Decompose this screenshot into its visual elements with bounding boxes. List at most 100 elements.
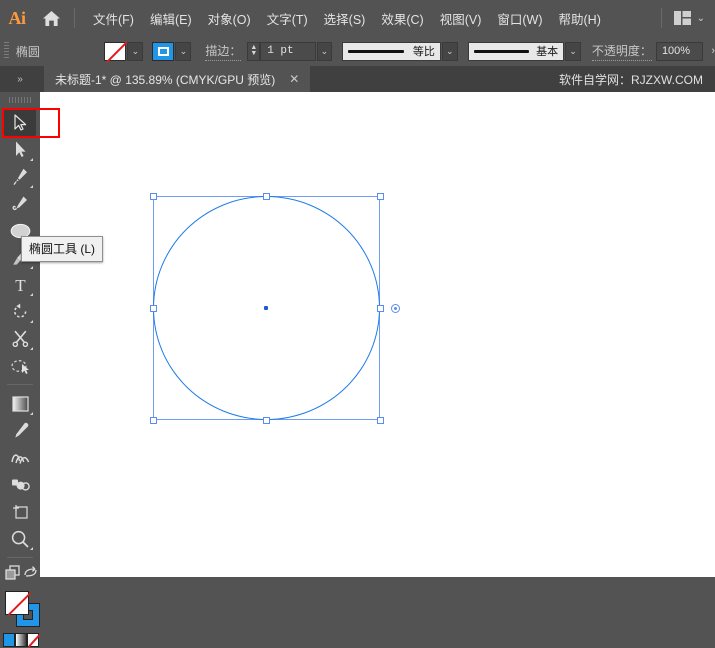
handle-top-left[interactable] — [149, 192, 157, 200]
tool-divider-2 — [7, 557, 33, 558]
gradient-button[interactable] — [15, 633, 27, 647]
menu-bar: Ai 文件(F) 编辑(E) 对象(O) 文字(T) 选择(S) 效果(C) 视… — [0, 0, 715, 36]
handle-bottom-center[interactable] — [263, 416, 270, 424]
sidebar-item-selection-tool[interactable] — [4, 109, 36, 136]
workspace-divider — [660, 8, 662, 28]
scissors-tool-icon — [12, 330, 28, 347]
blend-tool-icon — [10, 454, 29, 464]
menu-item-file[interactable]: 文件(F) — [85, 5, 142, 32]
brush-definition-chevron-down-icon[interactable]: ⌄ — [565, 41, 581, 61]
control-bar: 椭圆 ⌄ ⌄ 描边： ▲ ▼ 1 pt ⌄ 等比 ⌄ 基本 ⌄ 不透明度： 100… — [0, 36, 715, 67]
stroke-profile-select[interactable]: 等比 — [342, 41, 441, 61]
opacity-label[interactable]: 不透明度： — [591, 42, 652, 61]
panel-collapse-icon[interactable]: » — [0, 66, 40, 92]
sidebar-item-direct-selection-tool[interactable] — [4, 136, 36, 163]
handle-middle-right[interactable] — [376, 304, 384, 312]
home-icon[interactable] — [34, 0, 68, 36]
menu-item-window[interactable]: 窗口(W) — [489, 5, 550, 32]
stroke-weight-input[interactable]: 1 pt — [260, 41, 316, 61]
flyout-triangle-icon — [30, 158, 33, 161]
stroke-profile-preview-icon — [348, 49, 405, 53]
workspace-grid-icon — [673, 11, 691, 25]
tool-extras-row — [0, 563, 40, 585]
app-logo-icon: Ai — [8, 7, 27, 28]
sidebar-item-blend-tool[interactable] — [4, 444, 36, 471]
sidebar-item-pen-tool[interactable] — [4, 163, 36, 190]
artboard-tool-icon — [12, 505, 28, 519]
sidebar-item-curvature-tool[interactable] — [4, 190, 36, 217]
brush-definition-select[interactable]: 基本 — [467, 41, 565, 61]
type-tool-icon: T — [15, 276, 26, 293]
symbol-sprayer-tool-icon — [11, 479, 30, 491]
selected-object-label: 椭圆 — [15, 44, 40, 59]
stroke-profile-chevron-down-icon[interactable]: ⌄ — [441, 41, 458, 61]
sidebar-item-scissors-tool[interactable] — [4, 325, 36, 352]
control-bar-grip[interactable] — [4, 42, 9, 60]
sidebar-item-eyedropper-tool[interactable] — [4, 417, 36, 444]
sidebar-item-artboard-tool[interactable] — [4, 498, 36, 525]
fill-color-swatch[interactable] — [104, 41, 127, 61]
sidebar-item-shaper-tool[interactable] — [4, 352, 36, 379]
handle-bottom-right[interactable] — [376, 416, 384, 424]
menu-item-select[interactable]: 选择(S) — [316, 5, 374, 32]
menu-item-object[interactable]: 对象(O) — [200, 5, 259, 32]
flyout-triangle-icon — [30, 547, 33, 550]
brush-definition-label: 基本 — [536, 46, 559, 58]
handle-top-right[interactable] — [376, 192, 384, 200]
tool-panel: T — [0, 92, 40, 647]
stroke-profile-label: 等比 — [412, 46, 435, 58]
sidebar-item-type-tool[interactable]: T — [4, 271, 36, 298]
color-button[interactable] — [3, 633, 15, 647]
svg-text:T: T — [15, 276, 26, 293]
chevron-down-icon: ⌄ — [696, 12, 705, 24]
flyout-triangle-icon — [30, 347, 33, 350]
stroke-weight-label[interactable]: 描边： — [205, 42, 242, 61]
fill-stroke-control — [0, 589, 40, 633]
document-tab-title: 未标题-1* @ 135.89% (CMYK/GPU 预览) — [55, 72, 276, 87]
menu-item-view[interactable]: 视图(V) — [432, 5, 490, 32]
shaper-tool-icon — [10, 359, 29, 374]
workspace-switcher[interactable]: ⌄ — [655, 0, 705, 36]
edit-toolbar-icon[interactable] — [5, 565, 21, 581]
flyout-triangle-icon — [30, 412, 33, 415]
opacity-input[interactable]: 100% — [655, 41, 704, 61]
tool-panel-grip[interactable] — [9, 97, 31, 103]
none-button[interactable] — [27, 633, 39, 647]
handle-middle-left[interactable] — [149, 304, 157, 312]
brush-preview-icon — [473, 49, 529, 53]
opacity-more-arrow-icon[interactable]: › — [711, 45, 715, 57]
menu-item-help[interactable]: 帮助(H) — [551, 5, 609, 32]
shape-center-point — [264, 306, 268, 310]
stroke-weight-chevron-down-icon[interactable]: ⌄ — [316, 41, 333, 61]
live-shape-widget-icon[interactable] — [391, 303, 400, 313]
fill-dropdown-chevron-down-icon[interactable]: ⌄ — [127, 41, 144, 61]
document-tab-bar: » 未标题-1* @ 135.89% (CMYK/GPU 预览) ✕ 软件自学网… — [0, 66, 715, 92]
handle-bottom-left[interactable] — [149, 416, 157, 424]
sidebar-item-rotate-tool[interactable] — [4, 298, 36, 325]
swap-arrows-icon[interactable] — [24, 566, 37, 579]
stroke-dropdown-chevron-down-icon[interactable]: ⌄ — [175, 41, 192, 61]
selection-tool-icon — [13, 114, 26, 131]
document-tab[interactable]: 未标题-1* @ 135.89% (CMYK/GPU 预览) ✕ — [44, 66, 311, 92]
flyout-triangle-icon — [30, 320, 33, 323]
menu-item-type[interactable]: 文字(T) — [259, 5, 316, 32]
flyout-triangle-icon — [30, 185, 33, 188]
stroke-color-swatch[interactable] — [152, 41, 175, 61]
sidebar-item-zoom-tool[interactable] — [4, 525, 36, 552]
flyout-triangle-icon — [30, 293, 33, 296]
gradient-tool-icon — [11, 395, 29, 412]
close-icon[interactable]: ✕ — [289, 73, 299, 85]
artboard-canvas[interactable] — [40, 92, 715, 577]
fill-swatch-large[interactable] — [5, 591, 29, 615]
pen-tool-icon — [12, 168, 27, 185]
tool-divider — [7, 384, 33, 385]
stroke-weight-stepper[interactable]: ▲ ▼ — [247, 41, 261, 61]
sidebar-item-symbol-sprayer-tool[interactable] — [4, 471, 36, 498]
menu-item-effect[interactable]: 效果(C) — [373, 5, 431, 32]
menu-item-edit[interactable]: 编辑(E) — [142, 5, 200, 32]
handle-top-center[interactable] — [263, 192, 270, 200]
illustrator-window: Ai 文件(F) 编辑(E) 对象(O) 文字(T) 选择(S) 效果(C) 视… — [0, 0, 715, 647]
sidebar-item-gradient-tool[interactable] — [4, 390, 36, 417]
rotate-tool-icon — [13, 303, 26, 318]
curvature-tool-icon — [12, 196, 27, 211]
